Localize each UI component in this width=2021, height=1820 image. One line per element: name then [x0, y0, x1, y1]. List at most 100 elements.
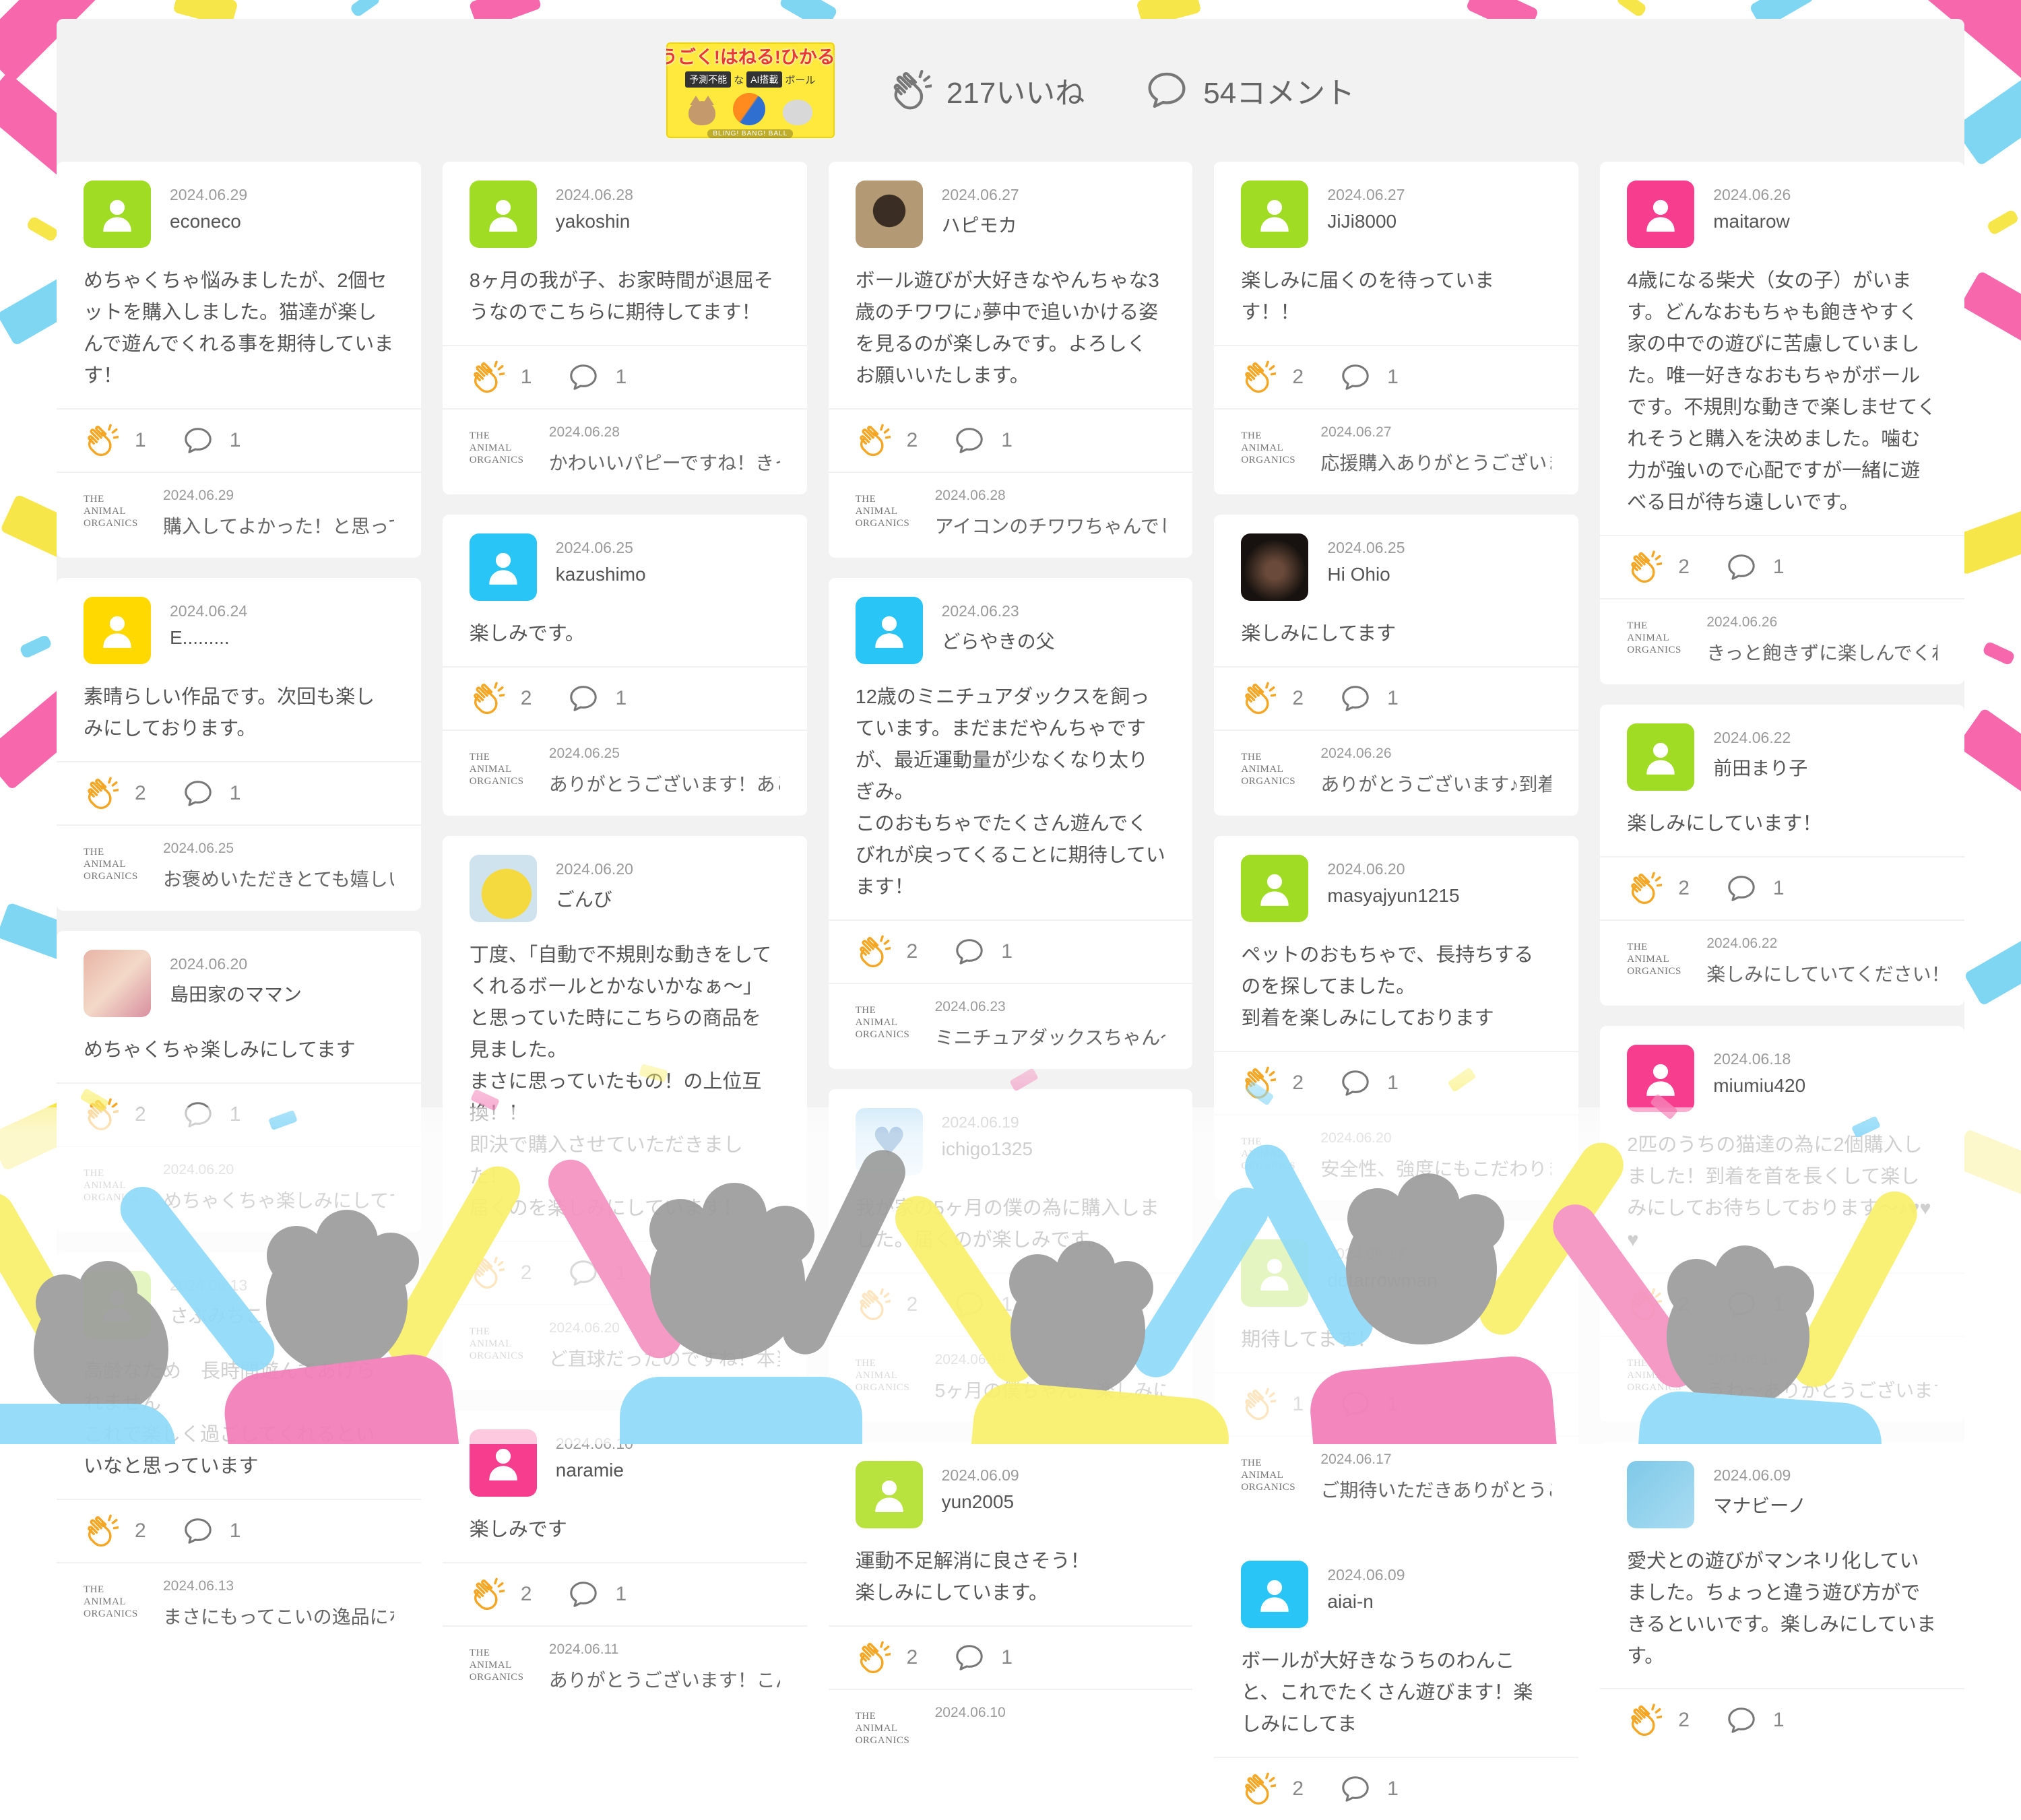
speech-bubble-icon[interactable] [1340, 1774, 1371, 1805]
official-reply[interactable]: THEANIMALORGANICS 2024.06.19 5ヶ月の僕ちゃん、楽し… [829, 1336, 1193, 1422]
commenter-name[interactable]: JiJi8000 [1327, 211, 1405, 232]
official-reply[interactable]: THEANIMALORGANICS 2024.06.22 楽しみにしていてくださ… [1600, 919, 1964, 1006]
official-reply[interactable]: THEANIMALORGANICS 2024.06.28 アイコンのチワワちゃん… [829, 472, 1193, 558]
official-reply[interactable]: THEANIMALORGANICS 2024.06.25 お褒めいただきとても嬉… [57, 824, 421, 911]
official-reply[interactable]: THEANIMALORGANICS 2024.06.25 ありがとうございます！… [443, 729, 807, 816]
reply-text: ど直球だったのですね！本当に嬉しい… [549, 1344, 780, 1371]
official-reply[interactable]: THEANIMALORGANICS 2024.06.26 きっと飽きずに楽しんで… [1600, 598, 1964, 684]
official-reply[interactable]: THEANIMALORGANICS 2024.06.27 応援購入ありがとうござ… [1214, 408, 1578, 494]
commenter-name[interactable]: econeco [170, 211, 247, 232]
clap-icon[interactable] [470, 360, 505, 395]
speech-bubble-icon[interactable] [954, 425, 985, 456]
avatar [1627, 181, 1694, 248]
speech-bubble-icon[interactable] [183, 1516, 214, 1547]
comment-body: 2024.06.20 masyajyun1215 ペットのおもちゃで、長持ちする… [1214, 836, 1578, 1051]
confetti-piece [1986, 209, 2020, 236]
commenter-name[interactable]: ichigo1325 [942, 1138, 1033, 1160]
speech-bubble-icon[interactable] [954, 1642, 985, 1673]
clap-icon[interactable] [1241, 1066, 1276, 1101]
commenter-name[interactable]: naramie [556, 1460, 633, 1481]
official-reply[interactable]: THEANIMALORGANICS 2024.06.29 購入してよかった！と思… [57, 472, 421, 558]
clap-count: 2 [521, 687, 532, 710]
commenter-name[interactable]: ハピモカ [942, 211, 1019, 238]
commenter-name[interactable]: 島田家のママン [170, 980, 302, 1007]
commenter-name[interactable]: 前田まり子 [1713, 754, 1807, 781]
official-reply[interactable]: THEANIMALORGANICS 2024.06.26 ありがとうございます♪… [1214, 729, 1578, 816]
official-reply[interactable]: THEANIMALORGANICS 2024.06.11 ありがとうございます！… [443, 1625, 807, 1712]
clap-count: 2 [135, 1103, 146, 1126]
clap-icon[interactable] [1627, 871, 1662, 906]
commenter-name[interactable]: ごんび [556, 885, 633, 912]
official-reply[interactable]: THEANIMALORGANICS 2024.06.10 [829, 1689, 1193, 1765]
clap-icon[interactable] [1241, 1772, 1276, 1807]
clap-icon[interactable] [1241, 1387, 1276, 1422]
commenter-name[interactable]: yun2005 [942, 1491, 1019, 1513]
speech-bubble-icon[interactable] [1726, 1289, 1757, 1320]
speech-bubble-icon[interactable] [954, 936, 985, 967]
product-thumbnail[interactable]: うごく!はねる!ひかる! 予測不能 な AI搭載 ボール BLING! BANG… [666, 42, 835, 138]
speech-bubble-icon[interactable] [183, 778, 214, 809]
comment-actions: 2 1 [1214, 1757, 1578, 1820]
official-reply[interactable]: THEANIMALORGANICS 2024.06.20 ど直球だったのですね！… [443, 1304, 807, 1390]
clap-icon[interactable] [1241, 681, 1276, 716]
commenter-name[interactable]: kazushimo [556, 564, 646, 585]
official-reply[interactable]: THEANIMALORGANICS 2024.06.19 うわ～ありがとうござい… [1600, 1336, 1964, 1422]
speech-bubble-icon[interactable] [1726, 873, 1757, 904]
clap-icon[interactable] [1627, 1703, 1662, 1738]
clap-icon[interactable] [856, 1287, 891, 1322]
speech-bubble-icon[interactable] [1340, 683, 1371, 714]
clap-icon[interactable] [84, 1514, 119, 1549]
clap-icon[interactable] [470, 681, 505, 716]
official-reply[interactable]: THEANIMALORGANICS 2024.06.23 ミニチュアダックスちゃ… [829, 983, 1193, 1069]
clap-icon[interactable] [84, 776, 119, 811]
commenter-name[interactable]: miumiu420 [1713, 1075, 1805, 1097]
commenter-name[interactable]: aiai-n [1327, 1591, 1405, 1613]
clap-count: 2 [521, 1262, 532, 1285]
clap-icon[interactable] [470, 1256, 505, 1291]
official-reply[interactable]: THEANIMALORGANICS 2024.06.17 ご期待いただきありがと… [1214, 1435, 1578, 1522]
speech-bubble-icon[interactable] [954, 1289, 985, 1320]
speech-bubble-icon[interactable] [568, 1258, 599, 1289]
comment-text: 運動不足解消に良さそう！ 楽しみにしています。 [856, 1546, 1166, 1609]
official-reply[interactable]: THEANIMALORGANICS 2024.06.20 安全性、強度にもこだわ… [1214, 1114, 1578, 1200]
speech-bubble-icon[interactable] [568, 362, 599, 393]
likes-count-label: 217いいね [947, 69, 1085, 112]
clap-icon[interactable] [84, 423, 119, 458]
official-reply[interactable]: THEANIMALORGANICS 2024.06.20 めちゃくちゃ楽しみにし… [57, 1146, 421, 1232]
commenter-name[interactable]: yakoshin [556, 211, 633, 232]
commenter-name[interactable]: さぶみちこ [170, 1301, 264, 1328]
comment-text: 高齢なため 長時間遊んであげられません これで楽しく過ごしてくれるといいなと思っ… [84, 1356, 394, 1483]
commenter-name[interactable]: マナビーノ [1713, 1491, 1806, 1518]
clap-icon[interactable] [856, 423, 891, 458]
comment-text: 楽しみにしてます [1241, 618, 1551, 650]
speech-bubble-icon[interactable] [1726, 552, 1757, 583]
clap-icon[interactable] [1627, 1287, 1662, 1322]
speech-bubble-icon[interactable] [568, 1579, 599, 1610]
comment-date: 2024.06.13 [170, 1276, 264, 1295]
official-reply[interactable]: THEANIMALORGANICS 2024.06.13 まさにもってこいの逸品… [57, 1562, 421, 1648]
commenter-name[interactable]: Hi Ohio [1327, 564, 1405, 585]
clap-icon[interactable] [470, 1577, 505, 1612]
commenter-name[interactable]: E......... [170, 627, 247, 649]
speech-bubble-icon[interactable] [1726, 1705, 1757, 1736]
clap-icon[interactable] [856, 934, 891, 969]
brand-logo: THEANIMALORGANICS [856, 999, 920, 1041]
clap-icon[interactable] [856, 1640, 891, 1675]
speech-bubble-icon[interactable] [183, 425, 214, 456]
comment-actions: 2 1 [443, 1241, 807, 1304]
comment-card: 2024.06.17 dotarrowman 期待してます！ 1 1 THEAN… [1214, 1221, 1578, 1522]
speech-bubble-icon[interactable] [183, 1099, 214, 1130]
speech-bubble-icon[interactable] [1340, 362, 1371, 393]
commenter-name[interactable]: どらやきの父 [942, 627, 1055, 654]
reply-count: 1 [1387, 366, 1399, 389]
speech-bubble-icon[interactable] [1340, 1389, 1371, 1420]
clap-icon[interactable] [1241, 360, 1276, 395]
commenter-name[interactable]: masyajyun1215 [1327, 885, 1459, 907]
speech-bubble-icon[interactable] [568, 683, 599, 714]
clap-icon[interactable] [84, 1097, 119, 1132]
speech-bubble-icon[interactable] [1340, 1068, 1371, 1099]
commenter-name[interactable]: dotarrowman [1327, 1270, 1437, 1291]
official-reply[interactable]: THEANIMALORGANICS 2024.06.28 かわいいパピーですね！… [443, 408, 807, 494]
commenter-name[interactable]: maitarow [1713, 211, 1791, 232]
clap-icon[interactable] [1627, 550, 1662, 585]
